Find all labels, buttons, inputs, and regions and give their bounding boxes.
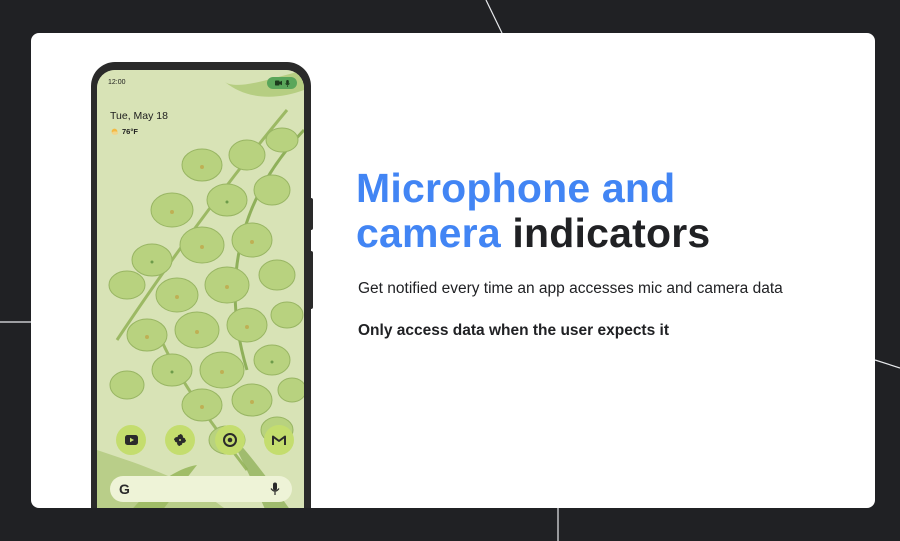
slide-card: 12:00 Tue, May 18 76°F G Microphone and … (31, 33, 875, 508)
privacy-indicator-chip[interactable] (267, 77, 297, 89)
sun-cloud-icon (111, 128, 119, 135)
search-mic-icon[interactable] (270, 482, 280, 496)
headline-blue-line-1: Microphone and (356, 165, 676, 211)
slide-headline: Microphone and camera indicators (356, 166, 710, 256)
gmail-app-icon[interactable] (264, 425, 294, 455)
weather-temperature: 76°F (122, 127, 138, 136)
chrome-icon (223, 433, 237, 447)
home-date: Tue, May 18 (110, 110, 168, 122)
pinwheel-icon (174, 434, 186, 446)
google-logo: G (119, 481, 130, 497)
slide-emphasis: Only access data when the user expects i… (358, 322, 669, 339)
gmail-icon (272, 435, 286, 445)
chrome-app-icon[interactable] (215, 425, 245, 455)
headline-blue-line-2: camera (356, 210, 501, 256)
headline-dark-text: indicators (512, 210, 711, 256)
phone-screen: 12:00 Tue, May 18 76°F G (97, 70, 304, 508)
slide-subtitle: Get notified every time an app accesses … (358, 280, 783, 297)
camera-icon (274, 80, 282, 86)
pinwheel-app-icon[interactable] (165, 425, 195, 455)
phone-side-button (309, 198, 313, 230)
status-bar-time: 12:00 (108, 79, 126, 86)
youtube-app-icon[interactable] (116, 425, 146, 455)
youtube-icon (124, 435, 138, 445)
mic-icon (284, 79, 290, 87)
home-search-bar[interactable]: G (110, 476, 292, 502)
phone-mockup: 12:00 Tue, May 18 76°F G (91, 62, 311, 508)
phone-volume-button (309, 251, 313, 309)
weather-widget[interactable]: 76°F (110, 127, 138, 136)
